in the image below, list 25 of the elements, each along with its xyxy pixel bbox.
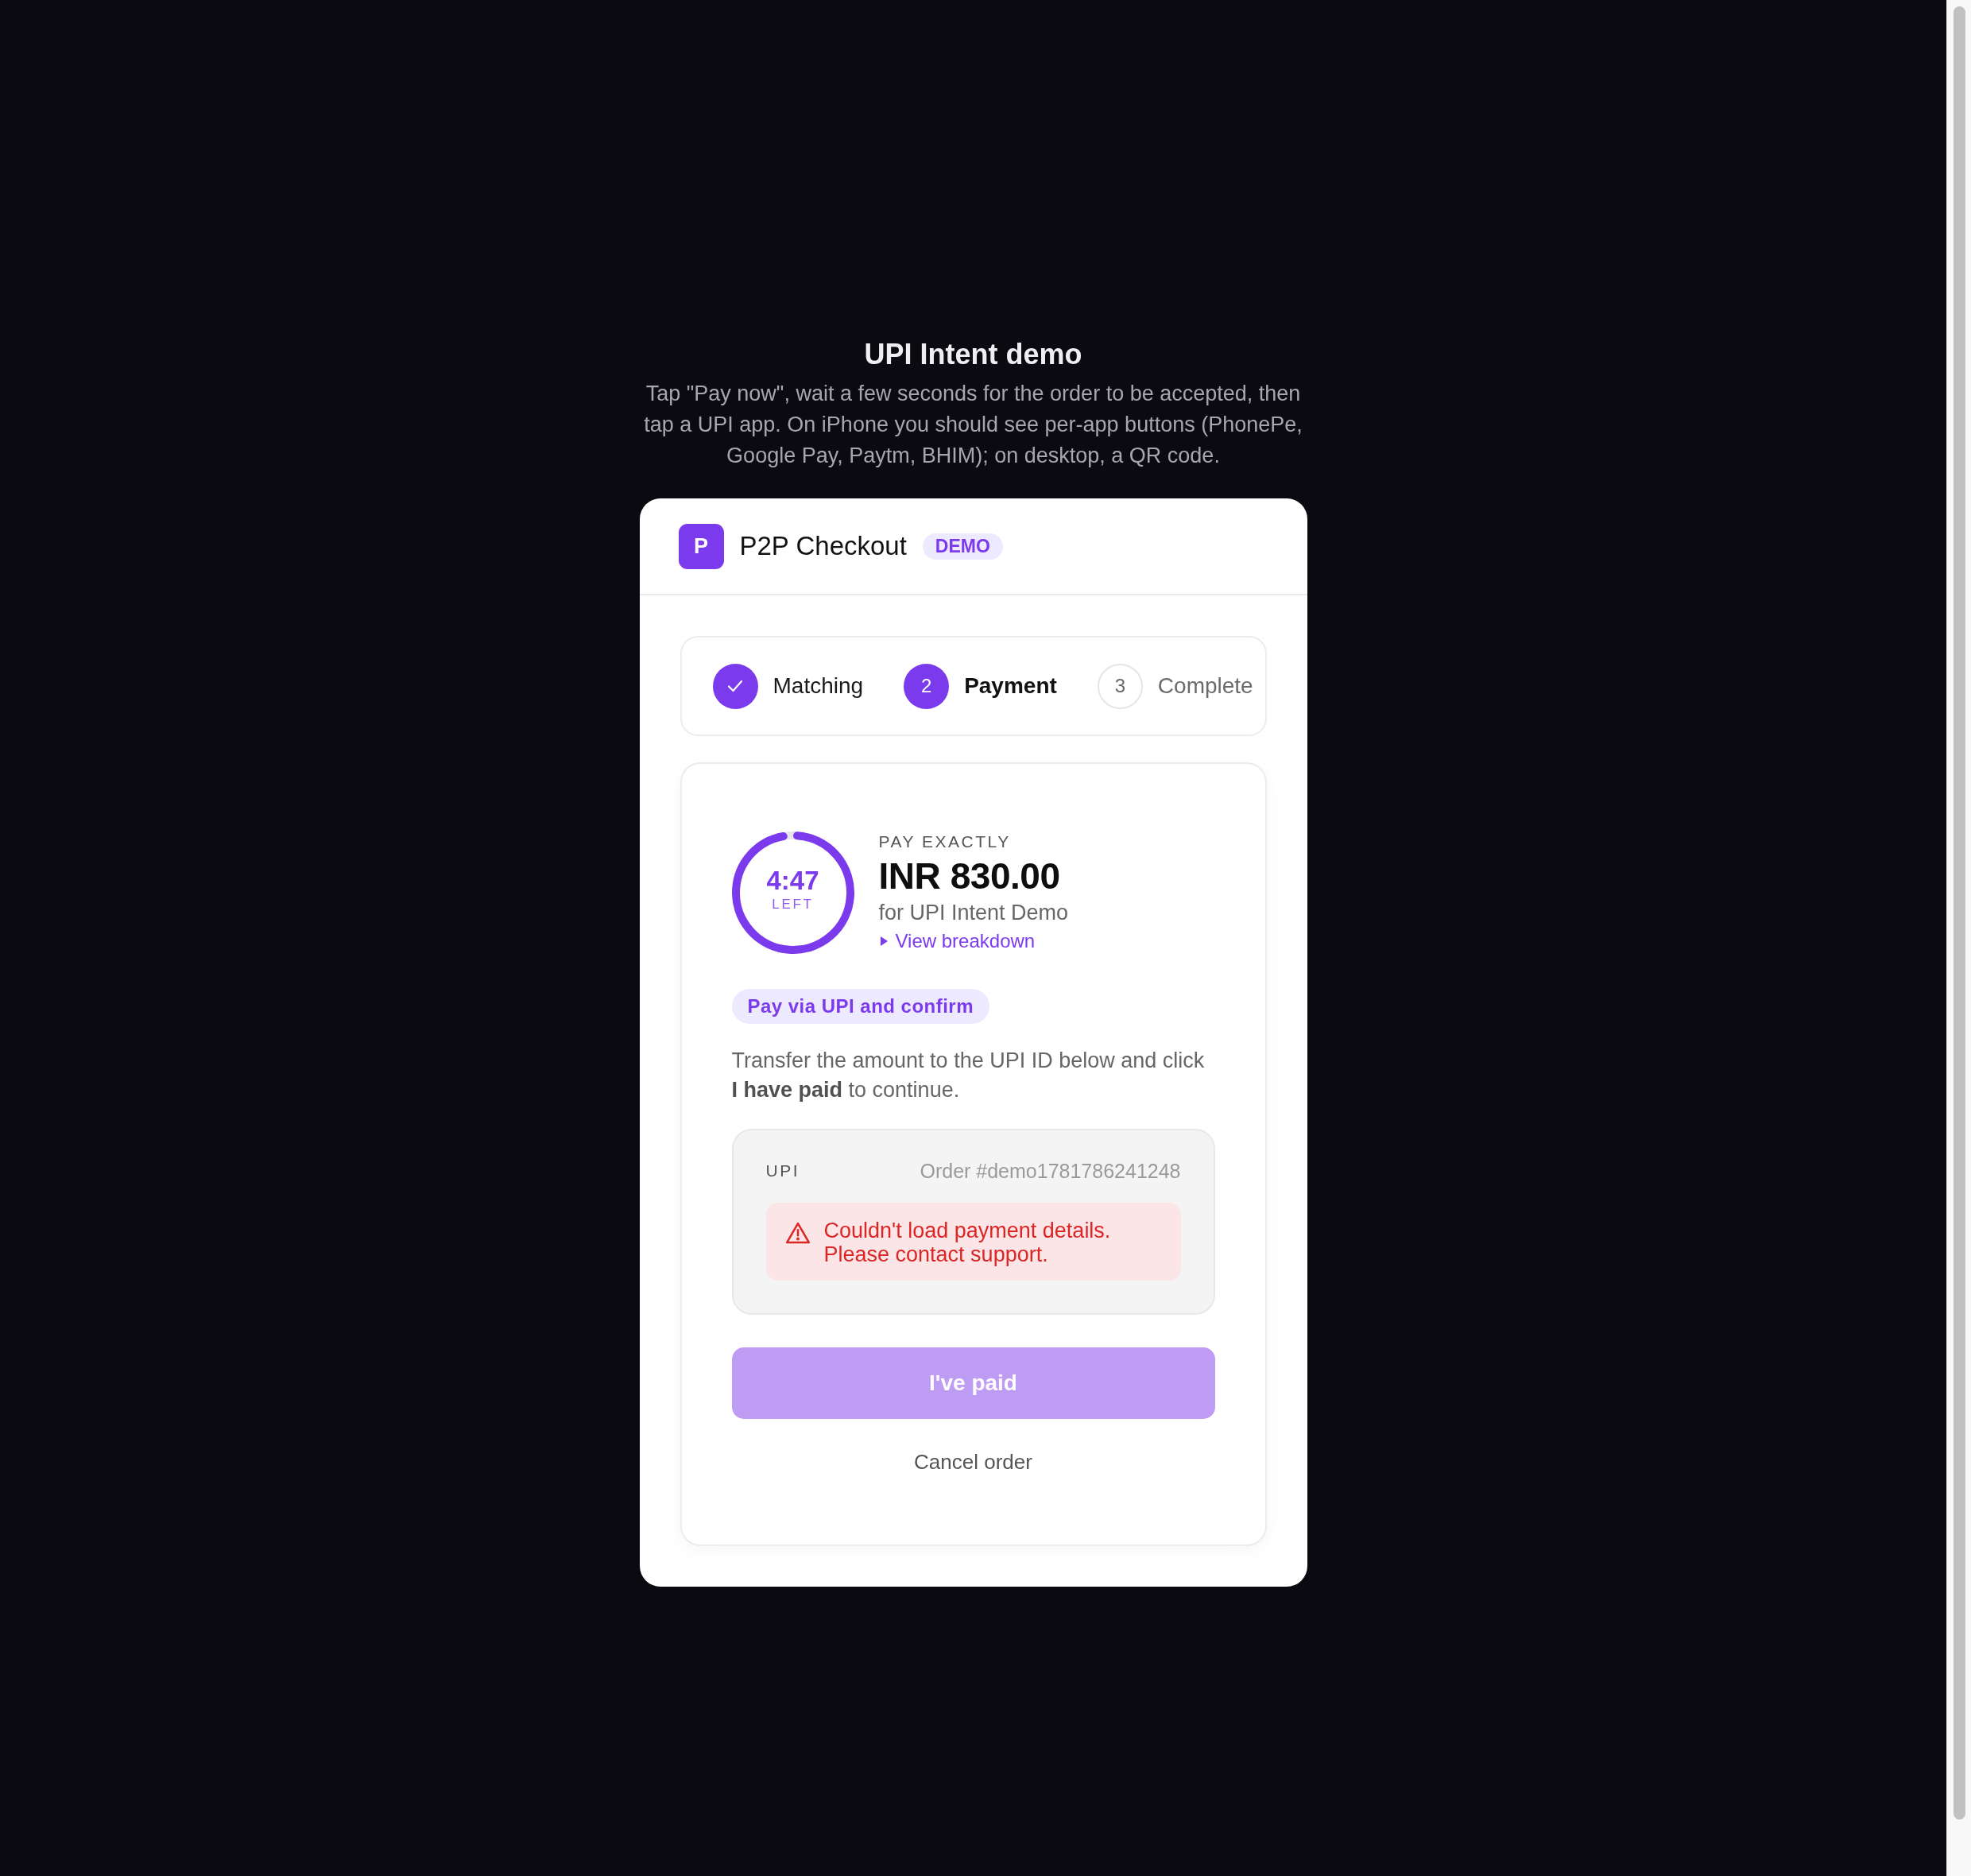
step-indicator: 3 <box>1097 663 1143 709</box>
amount-label: PAY EXACTLY <box>878 831 1012 852</box>
amount-subtitle: for UPI Intent Demo <box>878 900 1069 926</box>
countdown-time: 4:47 <box>766 866 819 896</box>
step-indicator: 2 <box>904 663 950 709</box>
instruction-text: Transfer the amount to the UPI ID below and click I have paid to continue. <box>731 1048 1206 1103</box>
page-description: Tap "Pay now", wait a few seconds for the order to be accepted, then tap a UPI app. On iPhone you should see per-app buttons (PhonePe, Google Pay, Paytm, BHIM); on desktop, a QR code. <box>643 381 1303 469</box>
step-label: Complete <box>1157 672 1253 700</box>
error-message: Couldn't load payment details. Please contact support. <box>823 1219 1112 1266</box>
view-breakdown-link[interactable]: View breakdown <box>878 927 1036 955</box>
step-label: Payment <box>964 672 1057 700</box>
countdown-caption: LEFT <box>772 896 814 913</box>
status-pill: Pay via UPI and confirm <box>731 989 989 1024</box>
step-label: Matching <box>773 672 864 700</box>
page-title: UPI Intent demo <box>864 337 1082 372</box>
check-icon <box>727 678 743 694</box>
upi-label: UPI <box>765 1161 800 1181</box>
warning-icon <box>785 1222 810 1244</box>
demo-badge: DEMO <box>922 533 1003 560</box>
logo-tile: P <box>678 523 724 569</box>
order-number: Order #demo1781786241248 <box>920 1159 1181 1183</box>
checkout-title: P2P Checkout <box>739 530 907 562</box>
cancel-order-button[interactable]: Cancel order <box>914 1448 1032 1476</box>
amount-value: INR 830.00 <box>878 855 1061 898</box>
scrollbar-thumb[interactable] <box>1953 6 1965 1820</box>
